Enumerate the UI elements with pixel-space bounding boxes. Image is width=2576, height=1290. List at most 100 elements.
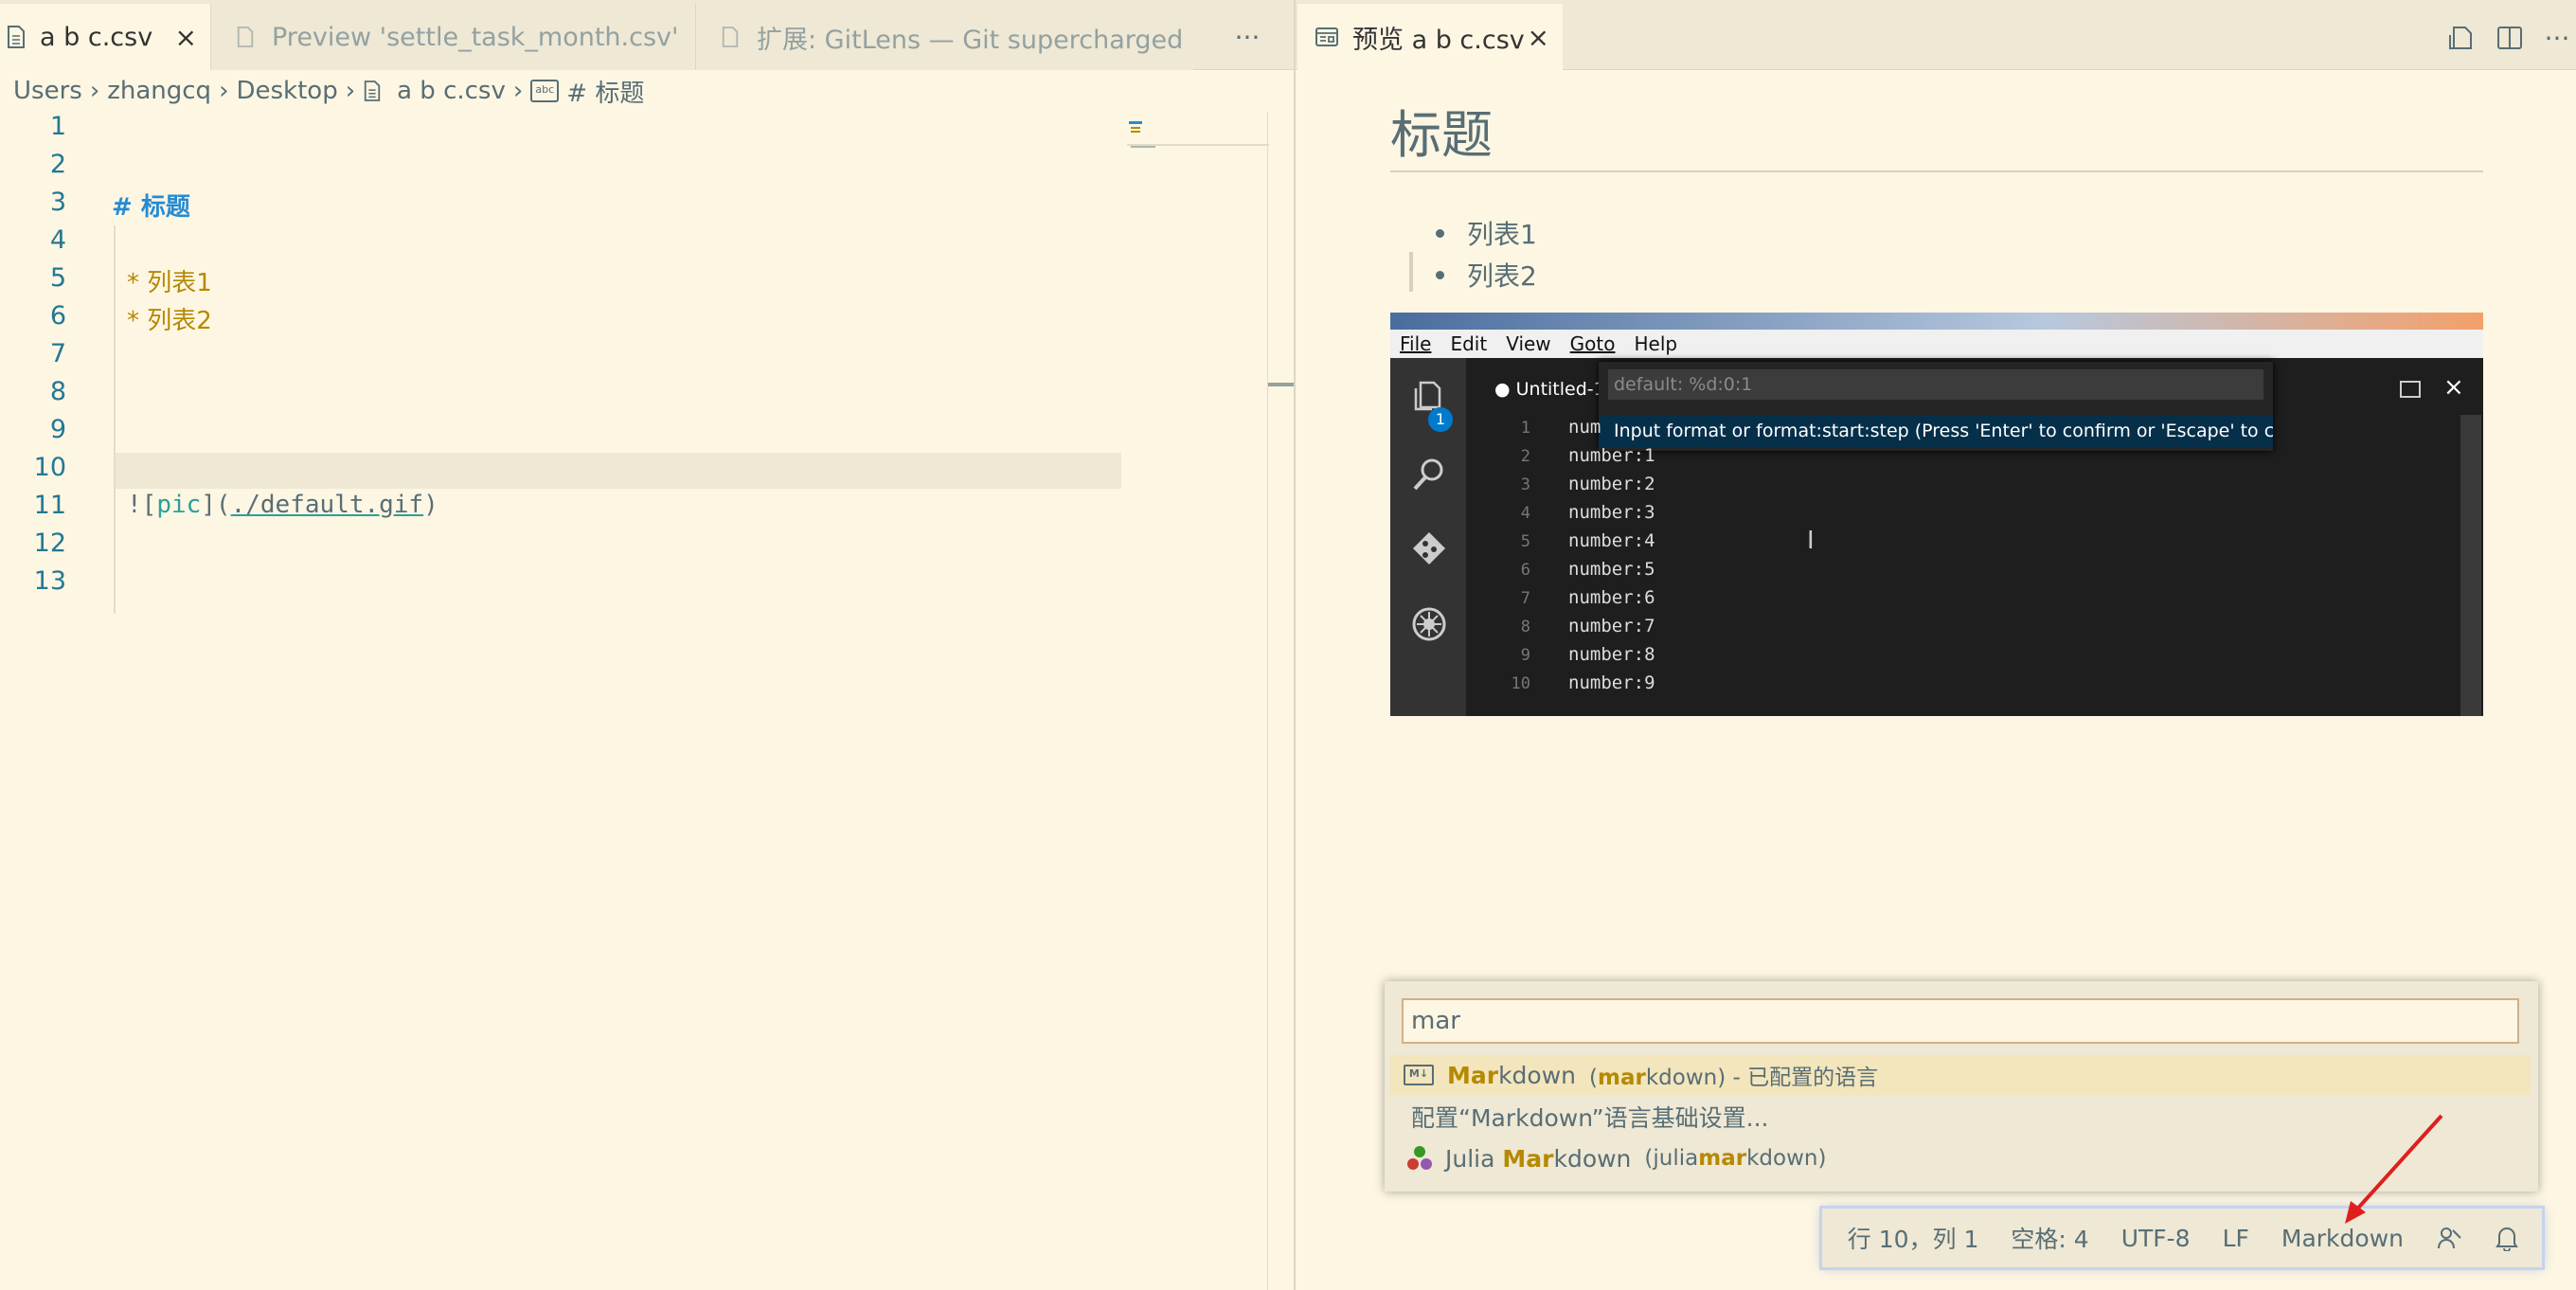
gif-line-number: 5	[1520, 532, 1530, 551]
code-list-item: * 列表1	[127, 269, 212, 297]
preview-icon	[1315, 27, 1338, 46]
breadcrumb-item[interactable]: a b c.csv	[397, 77, 506, 105]
gif-code-line: num	[1568, 417, 1601, 438]
gif-line-number: 6	[1520, 561, 1530, 580]
item-desc-text: (julia	[1644, 1146, 1699, 1171]
gif-line-number: 10	[1511, 674, 1530, 693]
code-token: ](	[201, 491, 231, 519]
breadcrumb-item[interactable]: # 标题	[566, 74, 644, 109]
gif-scrollbar	[2460, 415, 2481, 716]
code-token: )	[423, 491, 438, 519]
status-eol[interactable]: LF	[2223, 1225, 2249, 1252]
split-editor-icon[interactable]	[2491, 19, 2529, 57]
bell-icon[interactable]	[2495, 1225, 2519, 1251]
breadcrumb-item[interactable]: zhangcq	[107, 77, 211, 105]
annotation-arrow	[2345, 1114, 2443, 1224]
tab-preview-settle[interactable]: Preview 'settle_task_month.csv'	[210, 4, 695, 70]
minimap-heading	[1129, 121, 1142, 124]
item-label: kdown	[1498, 1061, 1577, 1089]
source-line-marker	[1409, 252, 1413, 292]
symbol-string-icon: abc	[530, 80, 560, 102]
gif-text-cursor-icon: I	[1807, 527, 1815, 555]
editor-scrollbar[interactable]	[1267, 112, 1295, 1290]
gif-tab-label: Untitled-1	[1515, 379, 1605, 400]
item-desc: (markdown) - 已配置的语言	[1589, 1059, 1878, 1091]
gif-code-line: number:6	[1568, 587, 1655, 608]
match-highlight: mar	[1598, 1066, 1646, 1090]
more-actions-button[interactable]: ···	[2538, 19, 2576, 57]
gif-line-number: 3	[1520, 475, 1530, 494]
quick-pick-item-markdown[interactable]: M↓ Mar kdown (markdown) - 已配置的语言	[1390, 1055, 2531, 1095]
item-label: Julia	[1445, 1144, 1503, 1173]
scroll-position-marker	[1268, 383, 1295, 386]
item-desc-text: kdown)	[1746, 1146, 1827, 1171]
tab-label: Preview 'settle_task_month.csv'	[272, 22, 679, 52]
minimap[interactable]	[1127, 112, 1269, 1290]
match-highlight: Mar	[1447, 1061, 1499, 1089]
line-number: 13	[33, 566, 66, 596]
status-indentation[interactable]: 空格: 4	[2011, 1221, 2088, 1255]
current-line-highlight	[114, 453, 1121, 489]
minimap-slider	[1127, 144, 1269, 146]
breadcrumb: Users › zhangcq › Desktop › a b c.csv › …	[13, 74, 644, 108]
preview-list-item: 列表1	[1436, 214, 1537, 252]
gif-split-icon	[2400, 381, 2421, 398]
preview-image: File Edit View Goto Help 1 ● Untitled-1 …	[1390, 313, 2483, 716]
gif-line-number: 1	[1520, 419, 1530, 438]
tab-label: 预览 a b c.csv	[1352, 25, 1525, 55]
breadcrumb-item[interactable]: Users	[13, 77, 82, 105]
open-source-icon[interactable]	[2442, 19, 2479, 57]
gif-menu-item: File	[1400, 332, 1432, 355]
gif-editor-tab: ● Untitled-1	[1494, 379, 1605, 400]
gif-code-line: number:5	[1568, 559, 1655, 580]
minimap-line	[1131, 131, 1140, 133]
line-number: 3	[49, 188, 66, 217]
gif-code-line: number:3	[1568, 502, 1655, 523]
list-text: 列表2	[1467, 260, 1537, 292]
match-highlight: Mar	[1502, 1144, 1554, 1173]
quick-pick-input[interactable]: mar	[1402, 998, 2519, 1044]
code-token: pic	[156, 491, 202, 519]
status-encoding[interactable]: UTF-8	[2121, 1225, 2191, 1252]
line-number: 4	[49, 225, 66, 255]
tab-label: 扩展: GitLens — Git supercharged	[757, 25, 1184, 55]
gif-close-icon: ×	[2443, 373, 2464, 402]
breadcrumb-item[interactable]: Desktop	[236, 77, 337, 105]
close-icon[interactable]: ×	[175, 22, 197, 53]
gif-input-box: default: %d:0:1 Input format or format:s…	[1599, 362, 2273, 451]
gif-code-line: number:4	[1568, 530, 1655, 551]
gif-menu-bar: File Edit View Goto Help	[1390, 330, 2483, 358]
tab-preview-a-b-c[interactable]: 预览 a b c.csv ×	[1297, 4, 1563, 70]
line-number: 11	[33, 491, 66, 520]
code-link[interactable]: ./default.gif	[231, 491, 424, 519]
tab-label: a b c.csv	[40, 22, 153, 52]
gif-code-line: number:2	[1568, 474, 1655, 494]
tab-a-b-c-csv[interactable]: a b c.csv ×	[0, 4, 210, 70]
line-number: 9	[49, 415, 66, 444]
more-actions-button[interactable]: ···	[1212, 4, 1282, 70]
gif-input: default: %d:0:1	[1608, 369, 2263, 400]
gif-menu-item: Goto	[1569, 332, 1616, 355]
editor-area[interactable]: 1 2 3 4 5 6 7 8 9 10 11 12 13 # 标题 * 列表1…	[0, 112, 1269, 1290]
line-number: 2	[49, 150, 66, 179]
chevron-right-icon: ›	[345, 77, 356, 105]
line-number: 8	[49, 377, 66, 406]
file-icon	[364, 81, 381, 101]
indent-guide	[114, 225, 116, 614]
minimap-line	[1131, 127, 1140, 129]
chevron-right-icon: ›	[512, 77, 524, 105]
close-icon[interactable]: ×	[1528, 22, 1549, 53]
line-number: 1	[49, 112, 66, 141]
status-cursor-position[interactable]: 行 10，列 1	[1848, 1221, 1979, 1255]
tab-gitlens[interactable]: 扩展: GitLens — Git supercharged	[695, 4, 1193, 70]
gif-code-line: number:7	[1568, 616, 1655, 636]
preview-heading: 标题	[1390, 105, 1493, 165]
gif-code-line: number:8	[1568, 644, 1655, 665]
item-desc-text: kdown)	[1645, 1066, 1726, 1090]
item-label: kdown	[1553, 1144, 1632, 1173]
item-suffix: - 已配置的语言	[1726, 1066, 1879, 1090]
item-desc-text: (	[1589, 1066, 1598, 1090]
markdown-icon: M↓	[1404, 1065, 1434, 1085]
line-number: 6	[49, 301, 66, 331]
bullet	[1436, 228, 1444, 238]
